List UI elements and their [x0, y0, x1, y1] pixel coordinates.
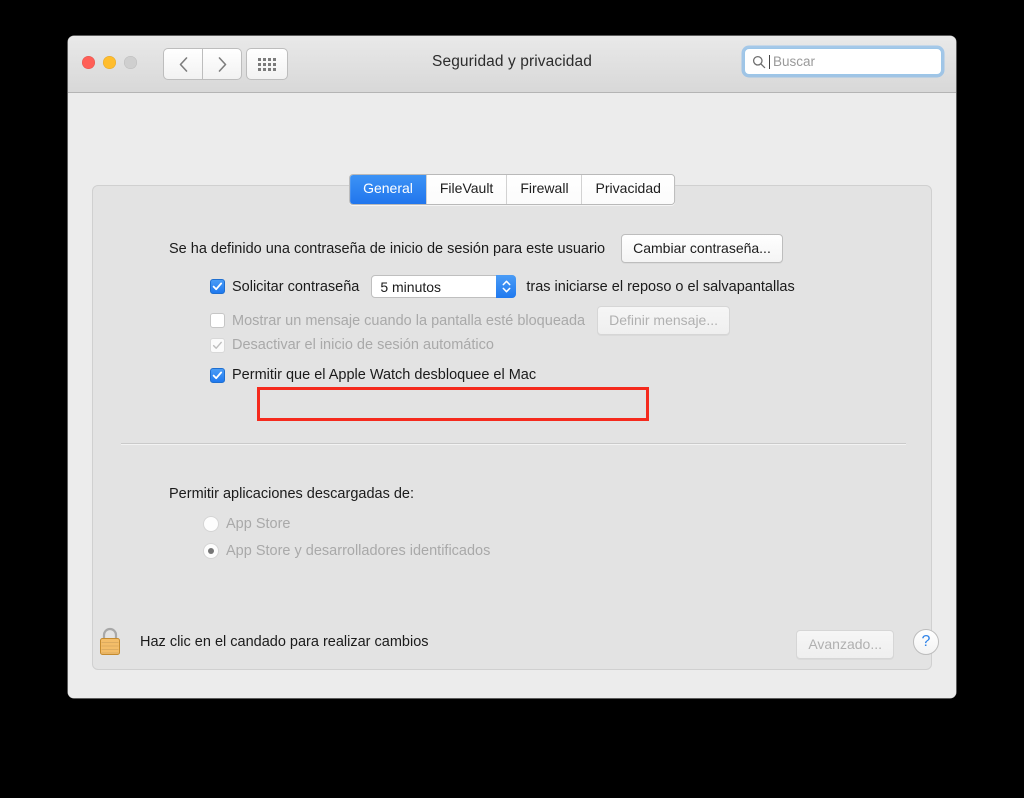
password-status-row: Se ha definido una contraseña de inicio …: [169, 234, 783, 263]
require-password-checkbox[interactable]: [210, 279, 225, 294]
tab-filevault[interactable]: FileVault: [426, 175, 508, 204]
search-field[interactable]: Buscar: [744, 48, 942, 75]
require-password-suffix: tras iniciarse el reposo o el salvapanta…: [526, 278, 795, 295]
disable-autologin-label: Desactivar el inicio de sesión automátic…: [232, 337, 494, 353]
download-section-title: Permitir aplicaciones descargadas de:: [169, 486, 415, 502]
radio-app-store-label: App Store: [226, 516, 291, 532]
radio-app-store: [203, 516, 219, 532]
change-password-button[interactable]: Cambiar contraseña...: [621, 234, 783, 263]
window-body: General FileVault Firewall Privacidad Se…: [68, 93, 956, 698]
lock-hint-text: Haz clic en el candado para realizar cam…: [140, 634, 429, 650]
tab-firewall[interactable]: Firewall: [507, 175, 583, 204]
search-placeholder: Buscar: [773, 54, 816, 69]
require-password-row: Solicitar contraseña 5 minutos tras inic…: [210, 275, 795, 298]
title-bar: Seguridad y privacidad Buscar: [68, 36, 956, 93]
radio-identified-developers: [203, 543, 219, 559]
disable-autologin-checkbox: [210, 337, 225, 353]
apple-watch-checkbox[interactable]: [210, 367, 225, 383]
general-pane: Se ha definido una contraseña de inicio …: [92, 185, 932, 670]
tab-privacidad[interactable]: Privacidad: [582, 175, 674, 204]
show-message-row: Mostrar un mensaje cuando la pantalla es…: [210, 306, 731, 335]
disable-autologin-row: Desactivar el inicio de sesión automátic…: [210, 337, 494, 353]
radio-identified-developers-row: App Store y desarrolladores identificado…: [203, 543, 490, 559]
apple-watch-label: Permitir que el Apple Watch desbloquee e…: [232, 367, 537, 383]
require-password-delay-value: 5 minutos: [380, 278, 442, 295]
require-password-label: Solicitar contraseña: [232, 278, 360, 295]
section-divider: [121, 443, 906, 444]
search-icon: [752, 55, 766, 68]
show-message-checkbox: [210, 313, 225, 328]
stepper-control[interactable]: [496, 275, 517, 298]
window-footer: Haz clic en el candado para realizar cam…: [68, 615, 956, 698]
advanced-button: Avanzado...: [796, 630, 894, 659]
checkmark-icon: [212, 341, 222, 349]
apple-watch-row: Permitir que el Apple Watch desbloquee e…: [210, 367, 536, 383]
text-caret: [769, 54, 770, 69]
radio-app-store-row: App Store: [203, 516, 291, 532]
chevron-down-icon: [502, 287, 511, 293]
tab-general[interactable]: General: [350, 175, 427, 204]
radio-selected-dot: [208, 548, 214, 554]
require-password-delay-popup[interactable]: 5 minutos: [371, 275, 517, 298]
checkmark-icon: [212, 371, 223, 379]
tab-bar: General FileVault Firewall Privacidad: [349, 174, 675, 205]
show-message-label: Mostrar un mensaje cuando la pantalla es…: [232, 312, 586, 329]
checkmark-icon: [212, 282, 223, 291]
lock-closed-icon[interactable]: [97, 625, 123, 657]
chevron-up-icon: [502, 280, 511, 286]
help-button[interactable]: ?: [913, 629, 939, 655]
radio-identified-developers-label: App Store y desarrolladores identificado…: [226, 543, 491, 559]
password-status-label: Se ha definido una contraseña de inicio …: [169, 240, 606, 257]
set-message-button: Definir mensaje...: [597, 306, 731, 335]
system-preferences-window: Seguridad y privacidad Buscar General Fi…: [68, 36, 956, 698]
